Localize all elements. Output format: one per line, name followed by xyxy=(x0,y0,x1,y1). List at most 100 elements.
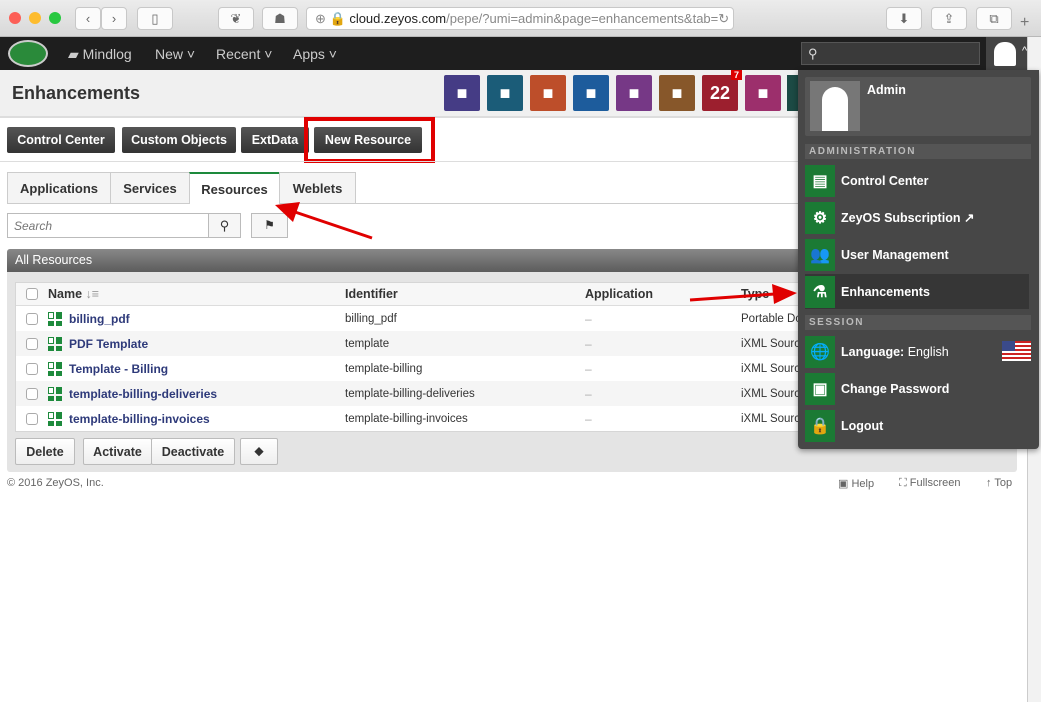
minimize-window-button[interactable] xyxy=(29,12,41,24)
app-tile-contacts[interactable]: ■ xyxy=(659,75,695,111)
nav-apps[interactable]: Apps ˅ xyxy=(293,46,337,62)
menu-enhancements[interactable]: ⚗ Enhancements xyxy=(805,274,1029,309)
resource-icon xyxy=(48,411,62,426)
downloads-icon[interactable]: ⬇ xyxy=(886,7,922,30)
dollar-icon: ■ xyxy=(456,82,468,103)
resource-icon xyxy=(48,311,62,326)
app-tile-cashier[interactable]: ■ xyxy=(745,75,781,111)
tab-weblets[interactable]: Weblets xyxy=(279,172,356,203)
resource-identifier: template-billing-invoices xyxy=(345,412,468,425)
custom-objects-button[interactable]: Custom Objects xyxy=(122,127,236,153)
resource-type: iXML Source xyxy=(741,362,807,375)
resource-type: Portable Do xyxy=(741,312,802,325)
sidebar-toggle-icon[interactable]: ▯ xyxy=(137,7,173,30)
global-search-input[interactable]: ⚲ xyxy=(801,42,980,65)
tab-applications[interactable]: Applications xyxy=(7,172,111,203)
clipboard-icon: ▤ xyxy=(805,164,835,197)
resource-name-link[interactable]: PDF Template xyxy=(69,337,148,351)
flag-filter-button[interactable]: ⚑ xyxy=(251,213,288,238)
zeyos-logo[interactable] xyxy=(8,40,48,67)
address-bar[interactable]: ⊕ 🔒 cloud.zeyos.com/pepe/?umi=admin&page… xyxy=(306,7,734,30)
menu-user-management[interactable]: 👥 User Management xyxy=(805,237,1029,272)
reload-icon[interactable]: ↻ xyxy=(718,11,733,27)
tag-icon: ⬥ xyxy=(254,444,264,458)
control-center-button[interactable]: Control Center xyxy=(7,127,115,153)
column-type[interactable]: Type xyxy=(741,287,769,301)
resource-icon xyxy=(48,336,62,351)
resource-name-link[interactable]: template-billing-invoices xyxy=(69,412,210,426)
column-identifier[interactable]: Identifier xyxy=(345,287,398,301)
resource-name-link[interactable]: Template - Billing xyxy=(69,362,168,376)
resource-type: iXML Source xyxy=(741,387,807,400)
gears-icon: ⚙ xyxy=(805,201,835,234)
column-name[interactable]: Name ↓≡ xyxy=(48,287,99,301)
row-checkbox[interactable] xyxy=(26,312,38,325)
copyright: © 2016 ZeyOS, Inc. xyxy=(7,477,104,489)
chat-icon: ▰ xyxy=(68,46,83,62)
resource-application: – xyxy=(585,411,592,426)
contacts-icon: ■ xyxy=(671,82,683,103)
app-tile-calendar[interactable]: 22 7 xyxy=(702,70,742,111)
row-checkbox[interactable] xyxy=(26,412,38,425)
delete-button[interactable]: Delete xyxy=(15,438,75,465)
nav-new[interactable]: New ˅ xyxy=(155,46,195,62)
app-tile-truck[interactable]: ■ xyxy=(487,75,523,111)
resource-type: iXML Source xyxy=(741,412,807,425)
resource-identifier: template-billing-deliveries xyxy=(345,387,475,400)
nav-mindlog[interactable]: ▰ Mindlog xyxy=(68,46,132,63)
ghostery-extension-icon[interactable]: ☗ xyxy=(262,7,298,30)
nav-recent[interactable]: Recent ˅ xyxy=(216,46,272,62)
row-checkbox[interactable] xyxy=(26,387,38,400)
search-input[interactable] xyxy=(7,213,209,238)
extdata-button[interactable]: ExtData xyxy=(241,127,309,153)
resource-icon xyxy=(48,361,62,376)
search-button[interactable]: ⚲ xyxy=(208,213,241,238)
calendar-icon: 22 xyxy=(709,82,731,103)
app-tile-folder-check[interactable]: ■ xyxy=(530,75,566,111)
maximize-window-button[interactable] xyxy=(49,12,61,24)
share-icon[interactable]: ⇪ xyxy=(931,7,967,30)
menu-change-password[interactable]: ▣ Change Password xyxy=(805,371,1029,406)
back-button[interactable]: ‹ xyxy=(75,7,101,30)
tabs-icon[interactable]: ⧉ xyxy=(976,7,1012,30)
app-tile-certificate[interactable]: ■ xyxy=(616,75,652,111)
app-tile-piggy-bank[interactable]: ■ xyxy=(573,75,609,111)
menu-language[interactable]: 🌐 Language: English xyxy=(805,334,1031,369)
tag-button[interactable]: ⬥ xyxy=(240,438,278,465)
deactivate-button[interactable]: Deactivate xyxy=(151,438,235,465)
tab-resources[interactable]: Resources xyxy=(189,172,280,204)
notification-badge: 7 xyxy=(730,70,742,80)
cashier-icon: ■ xyxy=(757,82,769,103)
activate-button[interactable]: Activate xyxy=(83,438,152,465)
app-tile-dollar[interactable]: ■ xyxy=(444,75,480,111)
us-flag-icon xyxy=(1002,341,1031,361)
resource-name-link[interactable]: billing_pdf xyxy=(69,312,130,326)
resource-name-link[interactable]: template-billing-deliveries xyxy=(69,387,217,401)
truck-icon: ■ xyxy=(499,82,511,103)
menu-logout[interactable]: 🔒 Logout xyxy=(805,408,1029,443)
column-application[interactable]: Application xyxy=(585,287,653,301)
external-link-icon: ↗ xyxy=(963,211,975,225)
new-tab-button[interactable]: + xyxy=(1020,14,1029,32)
resource-application: – xyxy=(585,311,592,326)
annotation-highlight-box xyxy=(304,117,435,163)
top-link[interactable]: ↑ Top xyxy=(986,477,1012,489)
menu-zeyos-subscription[interactable]: ⚙ ZeyOS Subscription ↗ xyxy=(805,200,1029,235)
help-link[interactable]: ▣ Help xyxy=(838,477,874,490)
select-all-checkbox[interactable] xyxy=(26,288,38,300)
close-window-button[interactable] xyxy=(9,12,21,24)
row-checkbox[interactable] xyxy=(26,337,38,350)
app-tile-partial[interactable] xyxy=(787,75,798,111)
menu-control-center[interactable]: ▤ Control Center xyxy=(805,163,1029,198)
lock-icon: 🔒 xyxy=(805,409,835,442)
section-administration: ADMINISTRATION xyxy=(805,144,1031,159)
globe-icon: 🌐 xyxy=(805,335,835,368)
forward-button[interactable]: › xyxy=(101,7,127,30)
certificate-icon: ■ xyxy=(628,82,640,103)
folder-check-icon: ■ xyxy=(542,82,554,103)
fullscreen-link[interactable]: ⛶ Fullscreen xyxy=(899,477,961,490)
piggy-bank-icon: ■ xyxy=(585,82,597,103)
evernote-extension-icon[interactable]: ❦ xyxy=(218,7,254,30)
row-checkbox[interactable] xyxy=(26,362,38,375)
tab-services[interactable]: Services xyxy=(110,172,190,203)
